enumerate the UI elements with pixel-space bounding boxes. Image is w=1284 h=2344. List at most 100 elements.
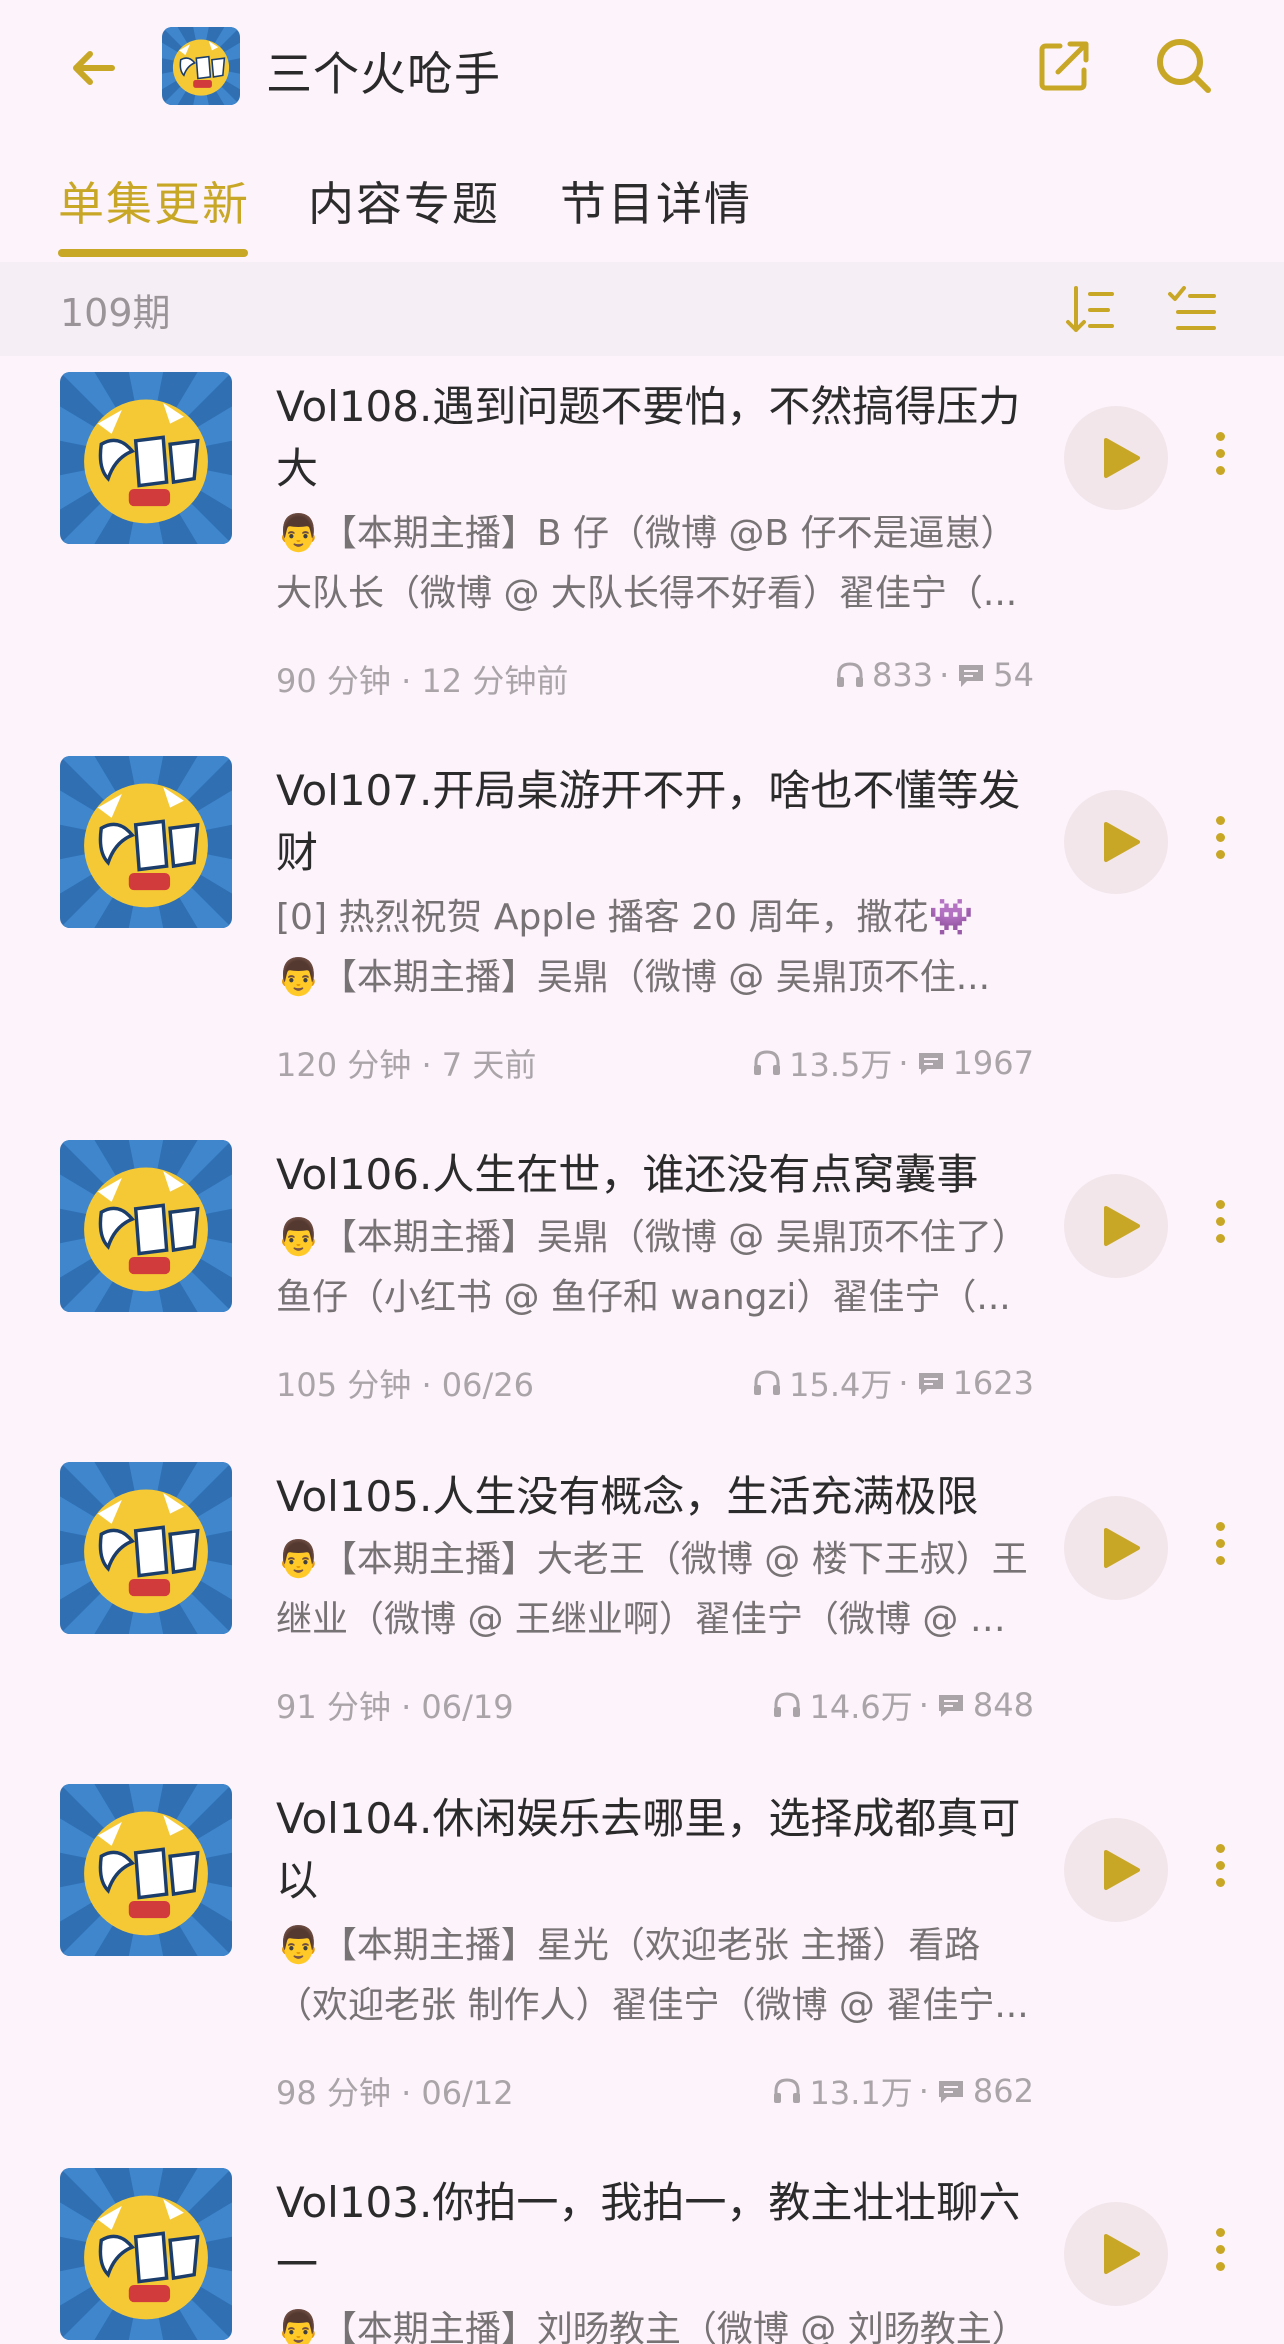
episode-title: Vol107.开局桌游开不开，啥也不懂等发财 [276,766,1021,877]
episode-description-line: 👨【本期主播】B 仔（微博 @B 仔不是逼崽） [276,513,1017,554]
search-button[interactable] [1152,34,1216,98]
episode-duration: 105 分钟 [276,1366,412,1404]
podcast-logo [162,27,240,105]
episode-description: 👨【本期主播】大老王（微博 @ 楼下王叔）王 继业（微博 @ 王继业啊）翟佳宁（… [276,1530,1036,1650]
episode-title: Vol105.人生没有概念，生活充满极限 [276,1472,979,1521]
comment-icon [959,665,984,687]
episode-duration: 90 分钟 [276,662,391,700]
filter-icon [1168,286,1216,330]
episode-date: 7 天前 [441,1046,537,1084]
episode-title: Vol103.你拍一，我拍一，教主壮壮聊六一 [276,2178,1021,2289]
episode-duration: 91 分钟 [276,1688,391,1726]
episode-meta: 90 分钟 · 12 分钟前 [276,662,569,700]
sort-button[interactable] [1064,284,1116,336]
headphones-icon [837,662,864,687]
episode-duration: 120 分钟 [276,1046,412,1084]
episode-item[interactable]: Vol104.休闲娱乐去哪里，选择成都真可以 👨【本期主播】星光（欢迎老张 主播… [0,1768,1284,2152]
play-icon [1104,2234,1140,2274]
play-icon [1104,1850,1140,1890]
episode-duration: 98 分钟 [276,2074,391,2112]
episode-count: 109期 [60,291,171,335]
play-button[interactable] [1064,2202,1168,2306]
episode-cover [60,1784,232,1956]
episode-description-line: 👨【本期主播】刘旸教主（微博 @ 刘旸教主） [276,2309,1028,2344]
episode-description-line: （欢迎老张 制作人）翟佳宁（微博 @ 翟佳宁... [276,1985,1029,2026]
more-vertical-icon [1204,432,1236,475]
comment-count: 1623 [952,1364,1034,1402]
tab-underline [58,249,248,257]
episode-cover [60,372,232,544]
more-button[interactable] [1204,810,1236,870]
episode-cover [60,2168,232,2340]
episode-meta: 120 分钟 · 7 天前 [276,1046,537,1084]
episode-description: [0] 热烈祝贺 Apple 播客 20 周年，撒花👾 👨【本期主播】吴鼎（微博… [276,888,1036,1008]
more-button[interactable] [1204,426,1236,486]
tab-details[interactable]: 节目详情 [560,168,752,234]
play-count: 13.5万 [789,1046,893,1084]
episode-description-line: 👨【本期主播】吴鼎（微博 @ 吴鼎顶不住了） [276,1217,1028,1258]
play-button[interactable] [1064,406,1168,510]
more-vertical-icon [1204,1522,1236,1565]
episode-item[interactable]: Vol108.遇到问题不要怕，不然搞得压力大 👨【本期主播】B 仔（微博 @B … [0,356,1284,740]
tab-episodes[interactable]: 单集更新 [58,168,250,234]
more-button[interactable] [1204,2222,1236,2282]
episode-stats: 833 · 54 [834,656,1034,694]
more-vertical-icon [1204,1200,1236,1243]
share-button[interactable] [1034,36,1094,96]
episode-item[interactable]: Vol105.人生没有概念，生活充满极限 👨【本期主播】大老王（微博 @ 楼下王… [0,1446,1284,1768]
episode-description: 👨【本期主播】吴鼎（微博 @ 吴鼎顶不住了） 鱼仔（小红书 @ 鱼仔和 wang… [276,1208,1036,1328]
play-count: 14.6万 [809,1688,913,1726]
episode-date: 06/12 [421,2074,514,2112]
episode-meta: 91 分钟 · 06/19 [276,1688,514,1726]
play-button[interactable] [1064,790,1168,894]
episode-description-line: 继业（微博 @ 王继业啊）翟佳宁（微博 @ 翟... [276,1599,1036,1640]
episode-title: Vol108.遇到问题不要怕，不然搞得压力大 [276,382,1021,493]
play-icon [1104,1528,1140,1568]
episode-meta: 98 分钟 · 06/12 [276,2074,514,2112]
episode-date: 06/26 [441,1366,534,1404]
more-button[interactable] [1204,1194,1236,1254]
comment-icon [918,1053,943,1075]
headphones-icon [774,2078,801,2103]
headphones-icon [774,1692,801,1717]
comment-icon [938,1695,963,1717]
comment-count: 848 [972,1686,1034,1724]
episode-item[interactable]: Vol103.你拍一，我拍一，教主壮壮聊六一 👨【本期主播】刘旸教主（微博 @ … [0,2152,1284,2344]
play-button[interactable] [1064,1818,1168,1922]
episode-description: 👨【本期主播】B 仔（微博 @B 仔不是逼崽） 大队长（微博 @ 大队长得不好看… [276,504,1036,624]
arrow-left-icon [73,51,115,85]
tab-bar: 单集更新 内容专题 节目详情 [0,150,1284,260]
episode-cover [60,1462,232,1634]
episode-description-line: 👨【本期主播】星光（欢迎老张 主播）看路 [276,1925,981,1966]
filter-button[interactable] [1166,284,1218,336]
headphones-icon [754,1050,781,1075]
episode-stats: 13.1万 · 862 [771,2068,1034,2114]
play-button[interactable] [1064,1496,1168,1600]
episode-date: 12 分钟前 [421,662,569,700]
more-vertical-icon [1204,2228,1236,2271]
episode-description: 👨【本期主播】星光（欢迎老张 主播）看路 （欢迎老张 制作人）翟佳宁（微博 @ … [276,1916,1036,2036]
play-count: 13.1万 [809,2074,913,2112]
episode-description-line: 👨【本期主播】大老王（微博 @ 楼下王叔）王 [276,1539,1028,1580]
tab-topics[interactable]: 内容专题 [308,168,500,234]
episode-stats: 15.4万 · 1623 [751,1360,1034,1406]
play-count: 833 [872,656,934,694]
episode-description-line: 👨【本期主播】吴鼎（微博 @ 吴鼎顶不住... [276,957,991,998]
episode-item[interactable]: Vol106.人生在世，谁还没有点窝囊事 👨【本期主播】吴鼎（微博 @ 吴鼎顶不… [0,1124,1284,1446]
podcast-title: 三个火呛手 [266,47,501,101]
top-bar: 三个火呛手 [0,0,1284,130]
play-icon [1104,1206,1140,1246]
play-button[interactable] [1064,1174,1168,1278]
back-button[interactable] [66,40,122,96]
more-button[interactable] [1204,1838,1236,1898]
comment-count: 54 [993,656,1034,694]
episode-description-line: 大队长（微博 @ 大队长得不好看）翟佳宁（... [276,573,1018,614]
more-button[interactable] [1204,1516,1236,1576]
headphones-icon [754,1370,781,1395]
episode-date: 06/19 [421,1688,514,1726]
search-icon [1157,39,1211,93]
share-icon [1039,41,1089,91]
more-vertical-icon [1204,1844,1236,1887]
comment-icon [918,1373,943,1395]
episode-item[interactable]: Vol107.开局桌游开不开，啥也不懂等发财 [0] 热烈祝贺 Apple 播客… [0,740,1284,1124]
